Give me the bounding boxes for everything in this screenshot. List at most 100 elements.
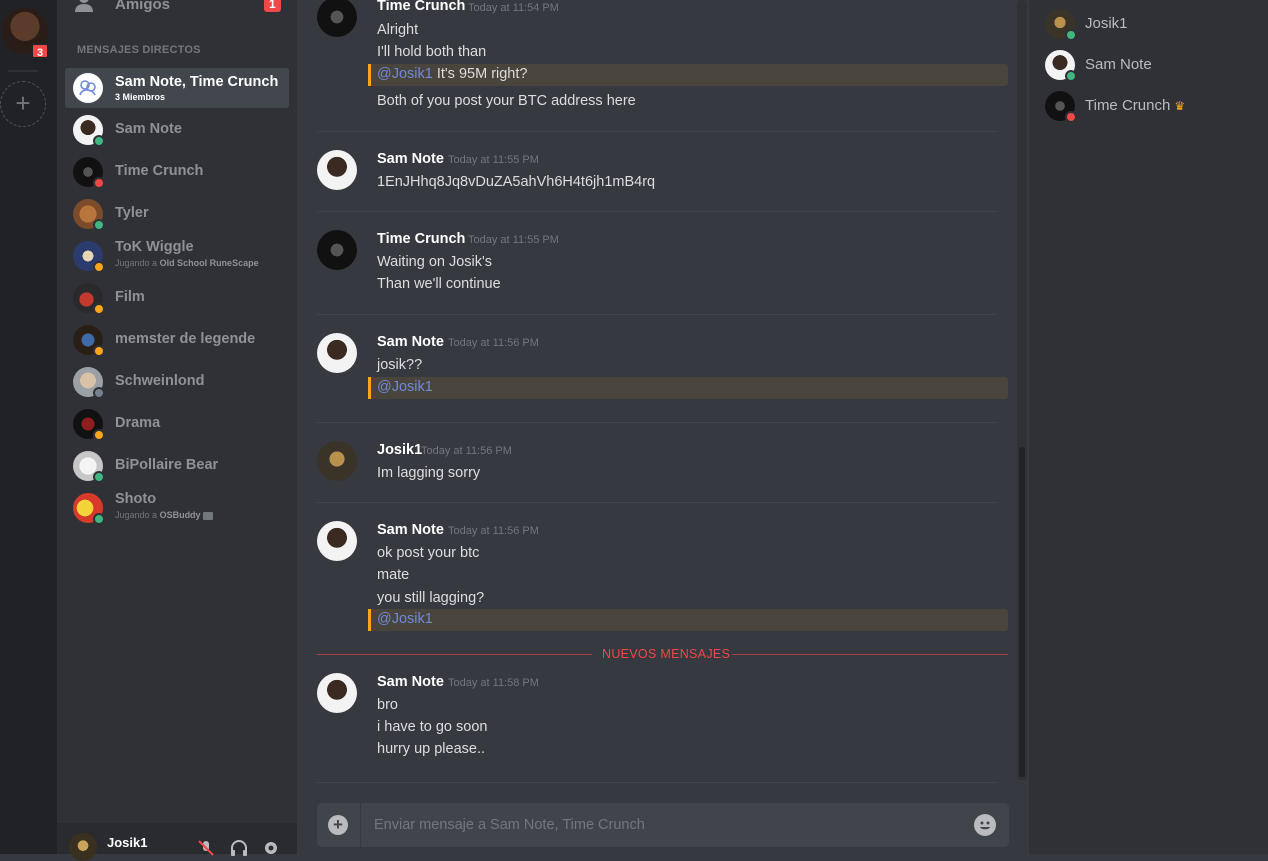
- message-timestamp: Today at 11:55 PM: [468, 234, 559, 246]
- message-divider: [317, 502, 996, 503]
- message-text: Than we'll continue: [377, 276, 501, 292]
- rich-presence-icon: [203, 511, 214, 520]
- status-offline-icon: [93, 387, 105, 399]
- status-idle-icon: [93, 303, 105, 315]
- message-divider: [317, 131, 996, 132]
- message-text: Both of you post your BTC address here: [377, 93, 636, 109]
- dm-item-schweinlond[interactable]: Schweinlond: [65, 362, 289, 402]
- mute-mic-icon[interactable]: [197, 839, 215, 857]
- dm-item-name: Sam Note, Time Crunch: [115, 74, 279, 90]
- dm-item-memster[interactable]: memster de legende: [65, 320, 289, 360]
- dm-item-name: Shoto: [115, 491, 157, 507]
- dm-item-tok-wiggle[interactable]: ToK Wiggle Jugando a Old School RuneScap…: [65, 236, 289, 276]
- message-text: you still lagging?: [377, 590, 485, 606]
- avatar[interactable]: [317, 0, 357, 37]
- dm-item-bipollaire-bear[interactable]: BiPollaire Bear: [65, 446, 289, 486]
- message-author[interactable]: Sam Note: [377, 334, 444, 350]
- friends-link[interactable]: Amigos 1: [57, 0, 297, 16]
- message-text: mate: [377, 567, 410, 583]
- message-author[interactable]: Sam Note: [377, 151, 444, 167]
- message-text: @Josik1: [377, 379, 433, 395]
- divider-line: [317, 654, 592, 655]
- settings-gear-icon[interactable]: [262, 839, 280, 857]
- status-dnd-icon: [93, 177, 105, 189]
- avatar[interactable]: [69, 833, 97, 861]
- status-online-icon: [1065, 29, 1077, 41]
- add-server-icon[interactable]: +: [0, 81, 46, 127]
- message-author[interactable]: Sam Note: [377, 674, 444, 690]
- scrollbar-thumb[interactable]: [1019, 447, 1025, 777]
- member-list: Josik1 Sam Note Time Crunch ♛: [1029, 0, 1268, 854]
- message-text: hurry up please..: [377, 741, 486, 757]
- member-item-time-crunch[interactable]: Time Crunch ♛: [1037, 87, 1257, 125]
- message-text: @Josik1 It's 95M right?: [377, 66, 528, 82]
- message-text: Waiting on Josik's: [377, 254, 493, 270]
- dm-item-film[interactable]: Film: [65, 278, 289, 318]
- message-author[interactable]: Time Crunch: [377, 231, 465, 247]
- message-author[interactable]: Josik1: [377, 442, 422, 458]
- dm-item-name: Film: [115, 289, 145, 305]
- avatar[interactable]: [317, 333, 357, 373]
- member-item-sam-note[interactable]: Sam Note: [1037, 46, 1257, 84]
- divider-line: [732, 654, 1008, 655]
- dm-item-shoto[interactable]: Shoto Jugando a OSBuddy: [65, 488, 289, 528]
- message-input[interactable]: [372, 815, 952, 835]
- avatar[interactable]: [317, 441, 357, 481]
- group-dm-icon: [73, 73, 103, 103]
- avatar[interactable]: [317, 230, 357, 270]
- dm-item-sam-note[interactable]: Sam Note: [65, 110, 289, 150]
- dm-item-name: Drama: [115, 415, 161, 431]
- emoji-picker-icon[interactable]: [974, 814, 996, 836]
- message-text: Im lagging sorry: [377, 465, 481, 481]
- mention-highlight: @Josik1: [368, 609, 1008, 631]
- message-text: ok post your btc: [377, 545, 480, 561]
- new-messages-divider: NUEVOS MENSAJES: [317, 646, 1008, 662]
- user-mention[interactable]: @Josik1: [377, 379, 433, 395]
- dm-item-drama[interactable]: Drama: [65, 404, 289, 444]
- friends-badge: 1: [264, 0, 281, 12]
- user-mention[interactable]: @Josik1: [377, 611, 433, 627]
- user-mention[interactable]: @Josik1: [377, 66, 433, 82]
- message-composer: +: [317, 803, 1009, 847]
- dm-section-header: MENSAJES DIRECTOS: [77, 44, 201, 56]
- status-online-icon: [93, 513, 105, 525]
- dm-item-tyler[interactable]: Tyler: [65, 194, 289, 234]
- avatar[interactable]: [317, 673, 357, 713]
- dm-item-name: Sam Note: [115, 121, 182, 137]
- dm-item-name: Tyler: [115, 205, 149, 221]
- message-timestamp: Today at 11:56 PM: [448, 337, 539, 349]
- message-author[interactable]: Time Crunch: [377, 0, 465, 14]
- owner-crown-icon: ♛: [1174, 99, 1186, 113]
- mention-highlight: @Josik1: [368, 377, 1008, 399]
- message-text: josik??: [377, 357, 423, 373]
- dm-item-group[interactable]: Sam Note, Time Crunch 3 Miembros: [65, 68, 289, 108]
- avatar[interactable]: [317, 150, 357, 190]
- message-timestamp: Today at 11:54 PM: [468, 2, 559, 14]
- dm-sidebar: Amigos 1 MENSAJES DIRECTOS Sam Note, Tim…: [57, 0, 297, 861]
- status-idle-icon: [93, 261, 105, 273]
- dm-item-name: Schweinlond: [115, 373, 205, 389]
- server-separator: [8, 70, 38, 72]
- chat-area: Time Crunch Today at 11:54 PM Alright I'…: [297, 0, 1029, 854]
- message-text: 1EnJHhq8Jq8vDuZA5ahVh6H4t6jh1mB4rq: [377, 174, 656, 190]
- avatar[interactable]: [317, 521, 357, 561]
- dm-item-name: Time Crunch: [115, 163, 204, 179]
- mention-highlight: @Josik1 It's 95M right?: [368, 64, 1008, 86]
- member-name: Time Crunch ♛: [1085, 97, 1186, 114]
- message-text: i have to go soon: [377, 719, 488, 735]
- headphones-icon[interactable]: [230, 839, 248, 857]
- dm-item-activity: Jugando a Old School RuneScape: [115, 258, 259, 268]
- status-dnd-icon: [1065, 111, 1077, 123]
- message-author[interactable]: Sam Note: [377, 522, 444, 538]
- member-name: Josik1: [1085, 15, 1128, 32]
- upload-plus-icon[interactable]: +: [328, 815, 348, 835]
- message-text: bro: [377, 697, 398, 713]
- message-divider: [317, 782, 996, 783]
- dm-item-time-crunch[interactable]: Time Crunch: [65, 152, 289, 192]
- dm-item-name: memster de legende: [115, 331, 256, 347]
- new-messages-label: NUEVOS MENSAJES: [602, 647, 731, 661]
- message-text: I'll hold both than: [377, 44, 487, 60]
- member-item-josik1[interactable]: Josik1: [1037, 5, 1257, 43]
- status-online-icon: [93, 219, 105, 231]
- status-online-icon: [93, 135, 105, 147]
